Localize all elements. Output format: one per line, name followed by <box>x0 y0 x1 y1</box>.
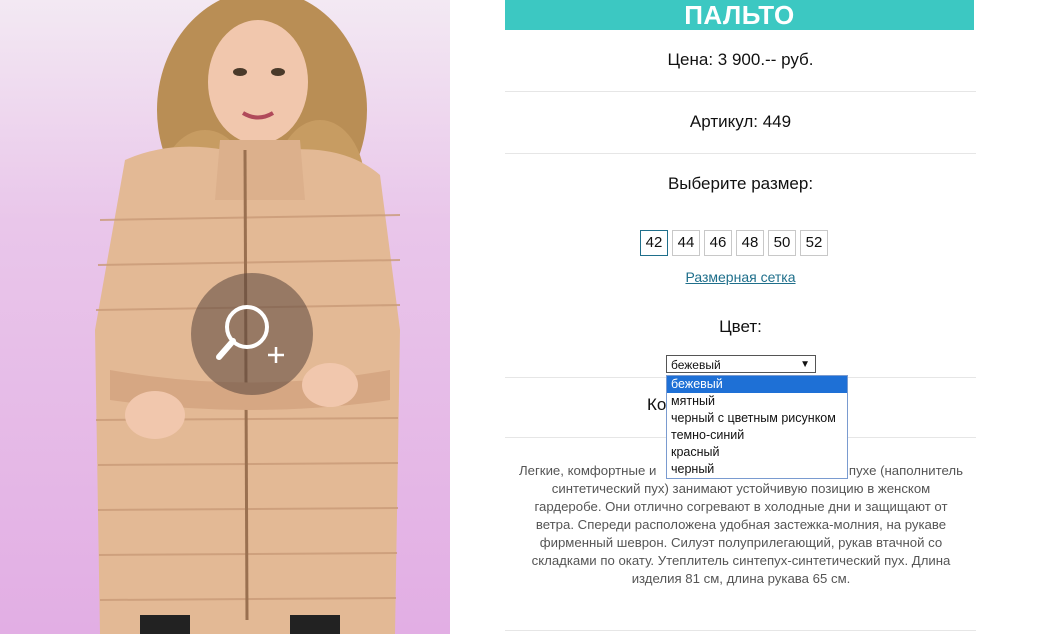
description-line: складками по окату. Утеплитель синтепух-… <box>531 553 951 568</box>
description-line: синтетический пух) занимают устойчивую п… <box>551 481 931 496</box>
triangle-down-icon: ▼ <box>800 359 810 370</box>
size-option[interactable]: 50 <box>768 230 796 256</box>
product-photo[interactable] <box>0 0 450 634</box>
price-text: Цена: 3 900.-- руб. <box>667 50 814 69</box>
article-text: Артикул: 449 <box>689 112 792 131</box>
color-label: Цвет: <box>719 317 762 336</box>
description-line: ветра. Спереди расположена удобная засте… <box>535 517 947 532</box>
description-line: Легкие, комфортные и <box>519 463 657 478</box>
size-option[interactable]: 52 <box>800 230 828 256</box>
description-line: гардеробе. Они отлично согревают в холод… <box>534 499 948 514</box>
color-option[interactable]: бежевый <box>667 376 847 393</box>
size-prompt: Выберите размер: <box>667 174 814 193</box>
color-select[interactable]: бежевый ▼ <box>666 355 816 373</box>
product-description: Легкие, комфортные и пухе (наполнитель с… <box>519 462 963 588</box>
divider <box>505 630 976 631</box>
divider <box>505 91 976 92</box>
product-title: ПАЛЬТО <box>505 0 974 30</box>
size-option[interactable]: 46 <box>704 230 732 256</box>
size-selector: 42 44 46 48 50 52 <box>640 230 828 256</box>
divider <box>505 153 976 154</box>
zoom-in-magnifier-icon <box>216 305 284 363</box>
color-option[interactable]: мятный <box>667 393 847 410</box>
size-option[interactable]: 42 <box>640 230 668 256</box>
size-option[interactable]: 48 <box>736 230 764 256</box>
color-option[interactable]: темно-синий <box>667 427 847 444</box>
quantity-label-partial: Ко <box>647 395 667 414</box>
color-option[interactable]: черный <box>667 461 847 478</box>
description-line: пухе (наполнитель <box>848 463 963 478</box>
color-select-value: бежевый <box>671 358 721 372</box>
description-line: изделия 81 см, длина рукава 65 см. <box>631 571 851 586</box>
size-chart-link[interactable]: Размерная сетка <box>505 269 976 285</box>
zoom-button[interactable] <box>191 273 313 395</box>
color-dropdown-list: бежевый мятный черный с цветным рисунком… <box>666 375 848 479</box>
color-option[interactable]: черный с цветным рисунком <box>667 410 847 427</box>
size-option[interactable]: 44 <box>672 230 700 256</box>
description-line: фирменный шеврон. Силуэт полуприлегающий… <box>539 535 943 550</box>
color-option[interactable]: красный <box>667 444 847 461</box>
